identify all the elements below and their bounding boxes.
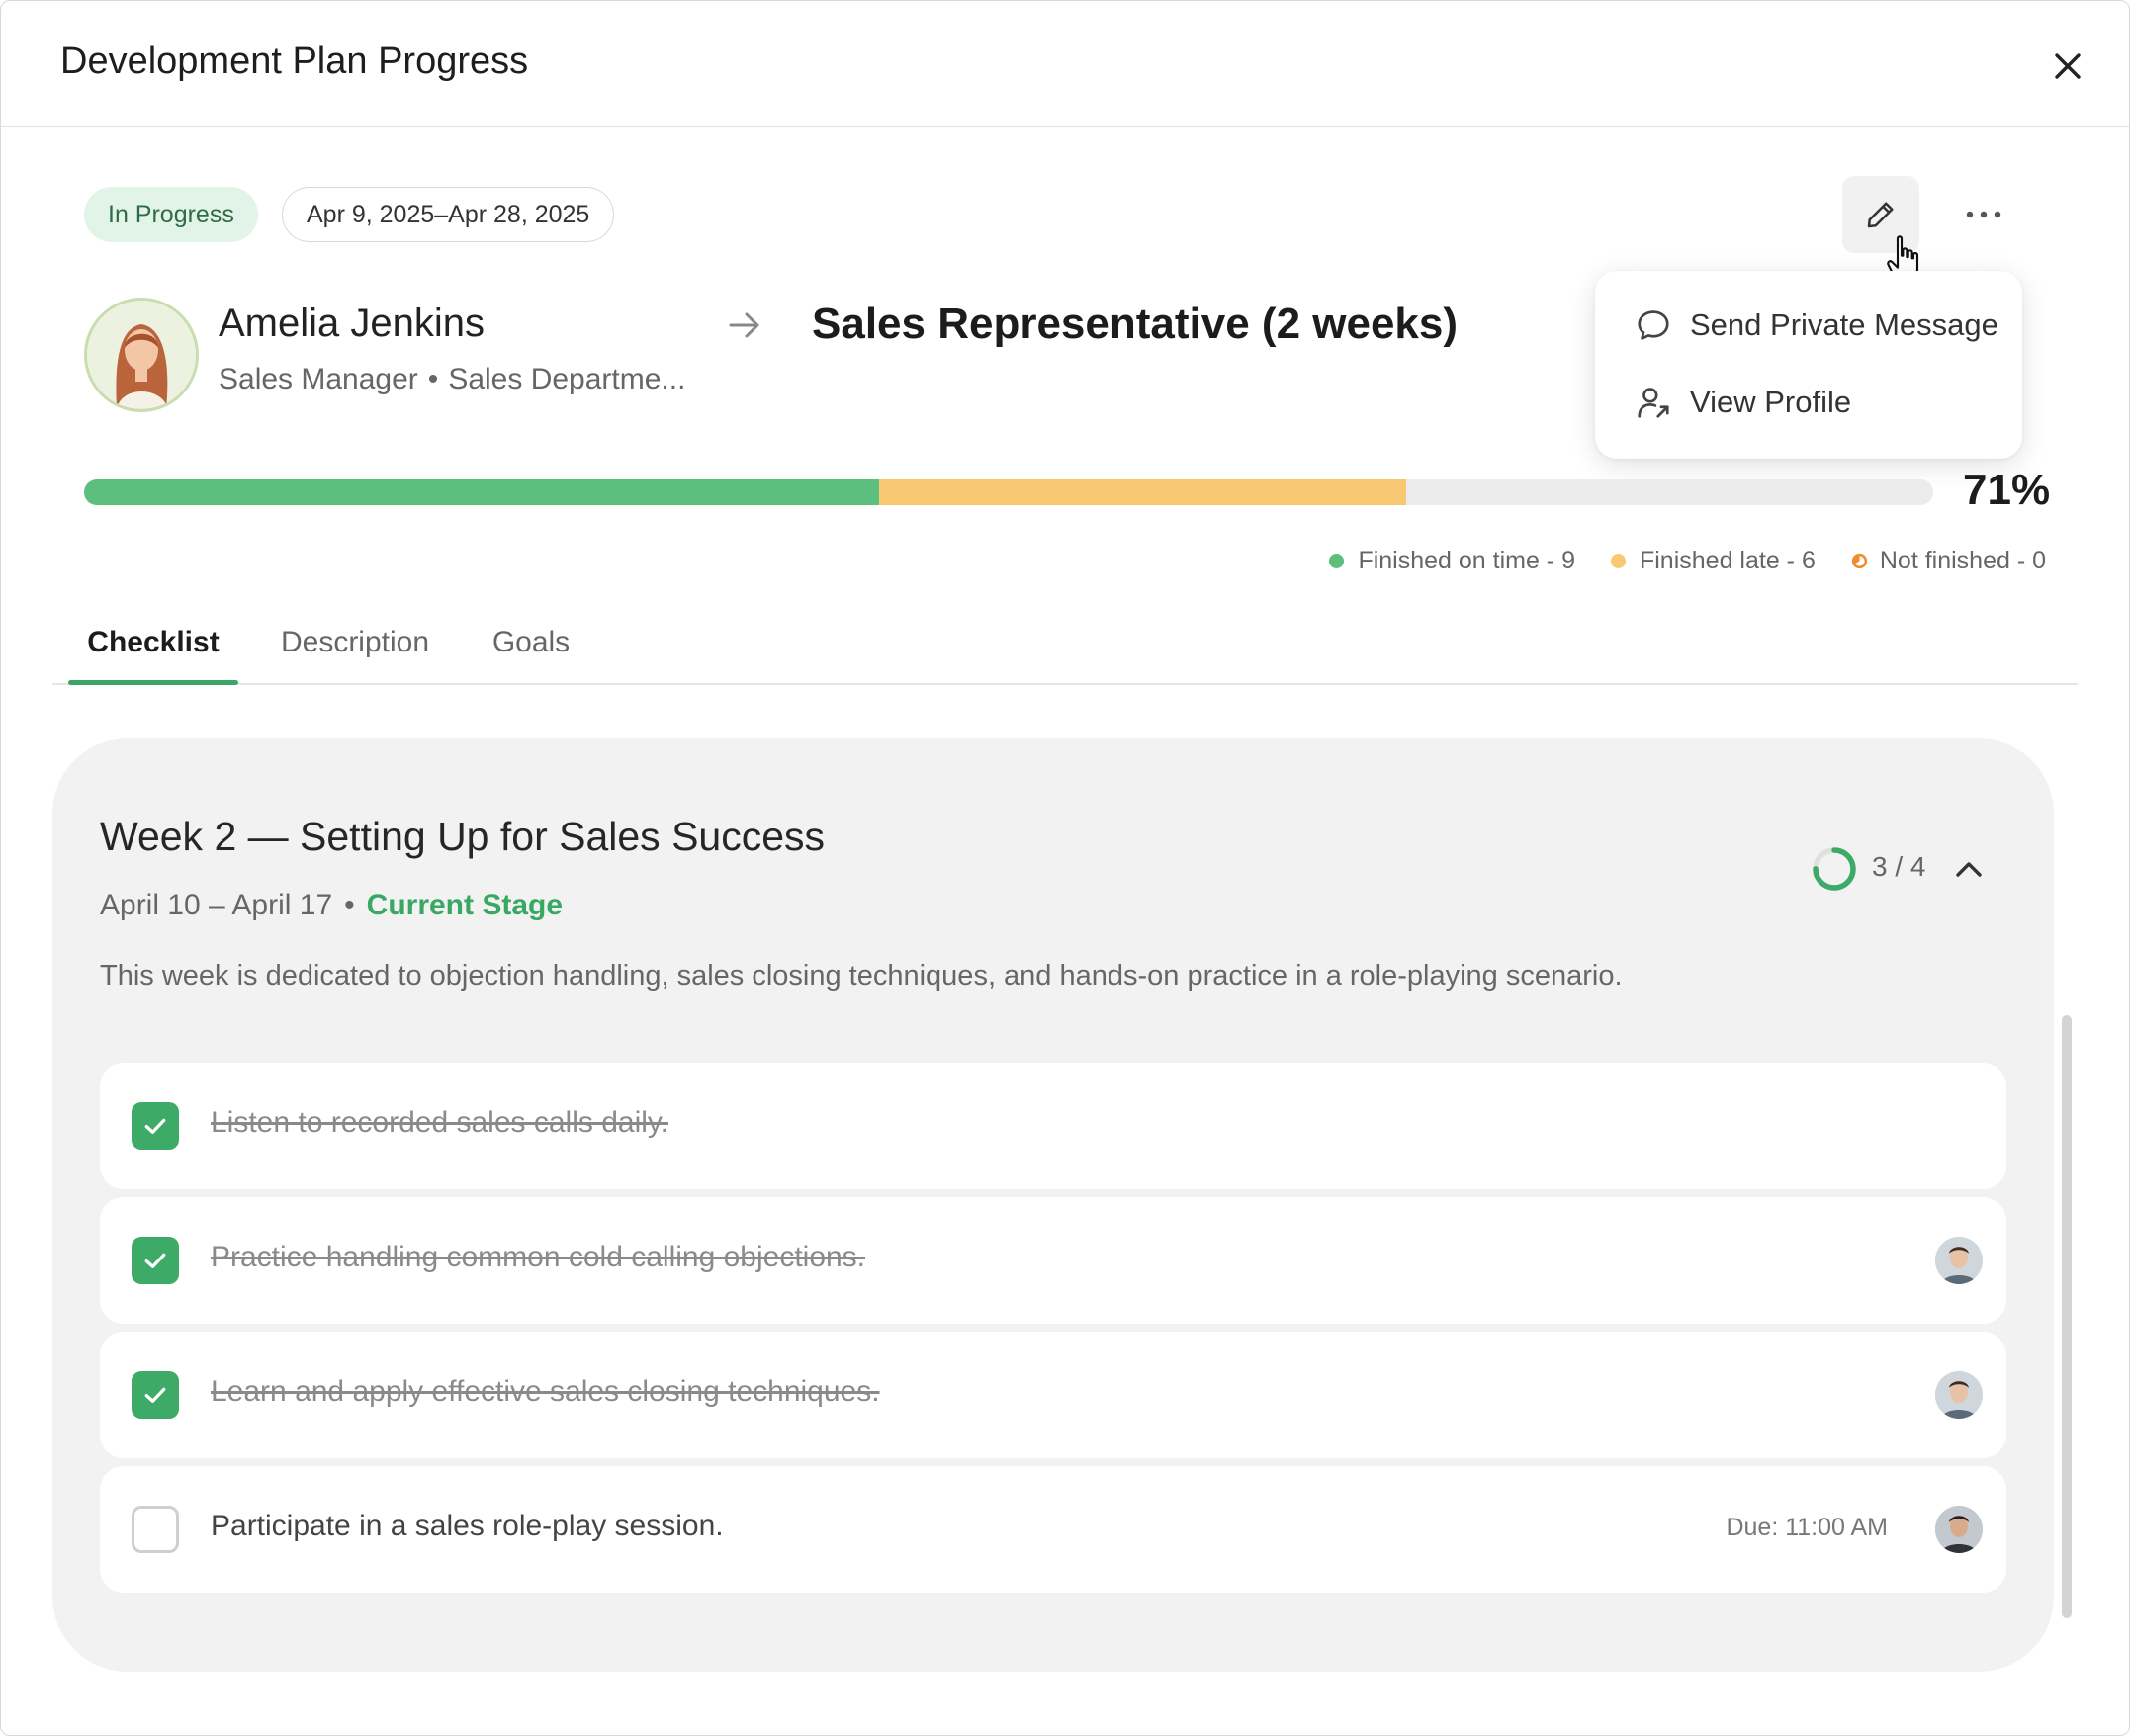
person-avatar-icon <box>1935 1237 1983 1284</box>
person-avatar-icon <box>1935 1371 1983 1419</box>
more-horizontal-icon <box>1966 211 2001 218</box>
close-icon <box>2055 53 2081 79</box>
legend-finished-on-time: Finished on time - 9 <box>1329 547 1575 575</box>
legend-label: Finished late - 6 <box>1639 547 1816 574</box>
week-stage-panel: Week 2 — Setting Up for Sales Success Ap… <box>52 738 2054 1672</box>
task-checkbox[interactable] <box>132 1237 179 1284</box>
progress-legend: Finished on time - 9 Finished late - 6 N… <box>1293 547 2046 575</box>
arrow-right-icon <box>729 312 759 338</box>
task-text: Listen to recorded sales calls daily. <box>211 1106 669 1139</box>
tab-checklist[interactable]: Checklist <box>68 602 238 685</box>
progress-late-segment <box>879 479 1407 505</box>
person-role: Sales Manager <box>219 363 418 395</box>
close-button[interactable] <box>2046 44 2089 88</box>
person-avatar-icon <box>1935 1506 1983 1553</box>
plan-title: Sales Representative (2 weeks) <box>812 300 1459 348</box>
development-plan-modal: Development Plan Progress In Progress Ap… <box>0 0 2130 1736</box>
person-avatar-icon <box>87 301 196 409</box>
menu-item-label: View Profile <box>1690 385 1852 419</box>
task-checkbox[interactable] <box>132 1371 179 1419</box>
task-count: 3 / 4 <box>1872 851 1926 882</box>
tab-description[interactable]: Description <box>270 602 440 683</box>
pencil-icon <box>1867 202 1894 228</box>
person-department: Sales Departme... <box>448 363 686 395</box>
chat-bubble-icon <box>1638 310 1669 340</box>
plan-progress-bar <box>84 479 1933 505</box>
more-options-button[interactable] <box>1945 176 2022 253</box>
check-icon <box>144 1118 166 1134</box>
meta-separator: • <box>344 889 355 921</box>
status-badge: In Progress <box>84 187 258 242</box>
check-icon <box>144 1387 166 1403</box>
menu-item-send-private-message[interactable]: Send Private Message <box>1635 296 1998 355</box>
assignee-avatar[interactable] <box>1935 1371 1983 1419</box>
checklist-item: Participate in a sales role-play session… <box>100 1466 2006 1593</box>
week-meta: April 10 – April 17 • Current Stage <box>100 889 563 922</box>
checklist-item: Learn and apply effective sales closing … <box>100 1332 2006 1458</box>
menu-item-view-profile[interactable]: View Profile <box>1635 373 1851 432</box>
more-options-menu: Send Private Message View Profile <box>1595 271 2022 459</box>
week-title: Week 2 — Setting Up for Sales Success <box>100 814 826 859</box>
progress-ring-icon <box>1813 847 1856 891</box>
progress-percent: 71% <box>1963 466 2051 514</box>
meta-separator: • <box>427 363 439 395</box>
tab-bar: Checklist Description Goals <box>52 602 2078 685</box>
person-name: Amelia Jenkins <box>219 302 486 345</box>
chevron-up-icon <box>1956 862 1982 877</box>
tab-goals[interactable]: Goals <box>478 602 584 683</box>
menu-item-label: Send Private Message <box>1690 307 1998 342</box>
task-checkbox[interactable] <box>132 1102 179 1150</box>
date-range-badge: Apr 9, 2025–Apr 28, 2025 <box>282 187 615 242</box>
legend-label: Finished on time - 9 <box>1358 547 1575 574</box>
task-checkbox[interactable] <box>132 1506 179 1553</box>
checklist-item: Listen to recorded sales calls daily. <box>100 1063 2006 1189</box>
person-meta: Sales Manager • Sales Departme... <box>219 363 685 396</box>
progress-on-time-segment <box>84 479 883 505</box>
avatar <box>84 298 199 412</box>
task-due-time: Due: 11:00 AM <box>1726 1514 1888 1541</box>
checklist-item: Practice handling common cold calling ob… <box>100 1197 2006 1324</box>
assignee-avatar[interactable] <box>1935 1237 1983 1284</box>
legend-dot <box>1610 554 1626 568</box>
legend-finished-late: Finished late - 6 <box>1610 547 1816 575</box>
assignee-avatar[interactable] <box>1935 1506 1983 1553</box>
collapse-button[interactable] <box>1947 847 1991 891</box>
legend-label: Not finished - 0 <box>1879 547 2046 574</box>
modal-title: Development Plan Progress <box>60 41 529 82</box>
partial-circle-icon <box>1851 553 1868 569</box>
week-description: This week is dedicated to objection hand… <box>100 960 1623 992</box>
legend-dot <box>1329 554 1345 568</box>
task-text: Participate in a sales role-play session… <box>211 1510 724 1542</box>
scrollbar[interactable] <box>2062 1015 2072 1618</box>
check-icon <box>144 1253 166 1268</box>
task-text: Learn and apply effective sales closing … <box>211 1375 880 1408</box>
current-stage-label: Current Stage <box>366 889 564 921</box>
week-dates: April 10 – April 17 <box>100 889 333 921</box>
legend-not-finished: Not finished - 0 <box>1851 547 2046 575</box>
task-text: Practice handling common cold calling ob… <box>211 1241 866 1273</box>
modal-header: Development Plan Progress <box>1 1 2129 127</box>
user-profile-icon <box>1638 388 1669 418</box>
